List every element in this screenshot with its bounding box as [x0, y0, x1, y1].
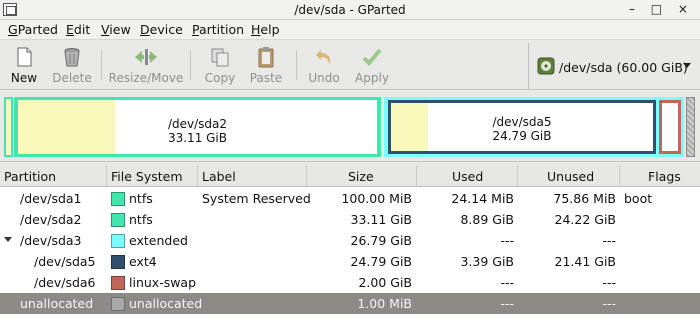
partition-name: /dev/sda5: [34, 254, 96, 269]
menu-gparted[interactable]: GParted: [8, 22, 58, 37]
partition-size: 33.11 GiB: [350, 212, 413, 227]
toolbar: New Delete Resize/Move Copy Paste Undo A…: [0, 40, 700, 90]
partition-used: ---: [500, 275, 514, 290]
fs-color-swatch: [111, 192, 125, 206]
partition-used: 3.39 GiB: [460, 254, 514, 269]
filesystem: linux-swap: [129, 275, 197, 290]
filesystem: ext4: [129, 254, 157, 269]
table-row-selected[interactable]: unallocated unallocated 1.00 MiB --- ---: [0, 293, 700, 314]
paste-button[interactable]: Paste: [246, 46, 286, 88]
new-document-icon: [17, 47, 32, 67]
undo-arrow-icon: [316, 50, 331, 65]
partition-size: 1.00 MiB: [357, 296, 412, 311]
column-partition[interactable]: Partition: [0, 165, 107, 187]
fs-color-swatch: [111, 276, 125, 290]
diskmap-sda6[interactable]: [659, 100, 681, 154]
diskmap-sda2-size: 33.11 GiB: [167, 131, 228, 145]
diskmap-sda5-size: 24.79 GiB: [492, 129, 552, 143]
paste-clipboard-icon: [258, 47, 274, 68]
column-used[interactable]: Used: [417, 165, 518, 187]
partition-used: 24.14 MiB: [451, 191, 514, 206]
diskmap-sda1[interactable]: [4, 97, 13, 157]
fs-color-swatch: [111, 297, 125, 311]
partition-used: ---: [500, 233, 514, 248]
partition-name: /dev/sda3: [20, 233, 82, 248]
filesystem: ntfs: [129, 191, 153, 206]
menu-bar: GParted Edit View Device Partition Help: [0, 20, 700, 40]
diskmap-sda3-extended[interactable]: /dev/sda5 24.79 GiB: [384, 97, 684, 157]
new-button[interactable]: New: [6, 46, 42, 88]
title-bar: /dev/sda - GParted – □ ×: [0, 0, 700, 20]
menu-help[interactable]: Help: [251, 22, 280, 37]
table-row[interactable]: /dev/sda6 linux-swap 2.00 GiB --- ---: [0, 272, 700, 293]
toolbar-separator: [190, 50, 191, 80]
chevron-down-icon: [683, 63, 691, 68]
harddisk-icon: [537, 57, 555, 75]
partition-name: /dev/sda2: [20, 212, 82, 227]
filesystem: unallocated: [129, 296, 203, 311]
partition-flags: boot: [624, 191, 653, 206]
partition-name: unallocated: [20, 296, 94, 311]
partition-unused: ---: [602, 233, 616, 248]
partition-name: /dev/sda1: [20, 191, 82, 206]
expander-arrow-icon[interactable]: [4, 237, 12, 242]
copy-icon: [211, 48, 229, 67]
menu-device[interactable]: Device: [140, 22, 183, 37]
column-filesystem[interactable]: File System: [107, 165, 198, 187]
menu-partition[interactable]: Partition: [192, 22, 244, 37]
filesystem: extended: [129, 233, 188, 248]
table-row[interactable]: /dev/sda1 ntfs System Reserved 100.00 Mi…: [0, 188, 700, 209]
menu-view[interactable]: View: [101, 22, 131, 37]
partition-size: 2.00 GiB: [358, 275, 412, 290]
fs-color-swatch: [111, 234, 125, 248]
checkmark-icon: [362, 48, 382, 66]
partition-unused: ---: [602, 296, 616, 311]
partition-name: /dev/sda6: [34, 275, 96, 290]
resize-move-button[interactable]: Resize/Move: [108, 46, 184, 88]
toolbar-separator: [296, 50, 297, 80]
fs-color-swatch: [111, 255, 125, 269]
diskmap-sda5[interactable]: /dev/sda5 24.79 GiB: [388, 100, 656, 154]
partition-unused: 21.41 GiB: [554, 254, 617, 269]
column-label[interactable]: Label: [198, 165, 307, 187]
table-row[interactable]: /dev/sda5 ext4 24.79 GiB 3.39 GiB 21.41 …: [0, 251, 700, 272]
partition-table: /dev/sda1 ntfs System Reserved 100.00 Mi…: [0, 187, 700, 333]
partition-used: ---: [500, 296, 514, 311]
partition-label: System Reserved: [202, 191, 311, 206]
filesystem: ntfs: [129, 212, 153, 227]
column-unused[interactable]: Unused: [518, 165, 620, 187]
partition-used: 8.89 GiB: [460, 212, 514, 227]
toolbar-separator: [101, 50, 102, 80]
column-size[interactable]: Size: [307, 165, 417, 187]
delete-button[interactable]: Delete: [50, 46, 94, 88]
partition-size: 100.00 MiB: [341, 191, 412, 206]
device-selector[interactable]: /dev/sda (60.00 GiB): [528, 43, 698, 89]
diskmap-sda2[interactable]: /dev/sda2 33.11 GiB: [14, 97, 381, 157]
partition-size: 24.79 GiB: [350, 254, 413, 269]
apply-button[interactable]: Apply: [350, 46, 394, 88]
partition-unused: ---: [602, 275, 616, 290]
window-controls[interactable]: – □ ×: [629, 2, 694, 16]
diskmap-unallocated[interactable]: [686, 97, 695, 157]
partition-unused: 75.86 MiB: [553, 191, 616, 206]
resize-arrows-icon: [135, 49, 157, 65]
diskmap-sda5-name: /dev/sda5: [492, 115, 552, 129]
partition-table-header: Partition File System Label Size Used Un…: [0, 165, 700, 187]
copy-button[interactable]: Copy: [200, 46, 240, 88]
fs-color-swatch: [111, 213, 125, 227]
table-row[interactable]: /dev/sda2 ntfs 33.11 GiB 8.89 GiB 24.22 …: [0, 209, 700, 230]
trash-icon: [64, 48, 80, 67]
diskmap-sda2-name: /dev/sda2: [167, 117, 228, 131]
column-flags[interactable]: Flags: [620, 165, 700, 187]
partition-size: 26.79 GiB: [350, 233, 413, 248]
partition-unused: 24.22 GiB: [554, 212, 617, 227]
undo-button[interactable]: Undo: [304, 46, 344, 88]
table-row[interactable]: /dev/sda3 extended 26.79 GiB --- ---: [0, 230, 700, 251]
device-label: /dev/sda (60.00 GiB): [559, 60, 688, 75]
menu-edit[interactable]: Edit: [66, 22, 90, 37]
window-title: /dev/sda - GParted: [294, 3, 406, 17]
disk-map: /dev/sda2 33.11 GiB /dev/sda5 24.79 GiB: [0, 91, 700, 162]
